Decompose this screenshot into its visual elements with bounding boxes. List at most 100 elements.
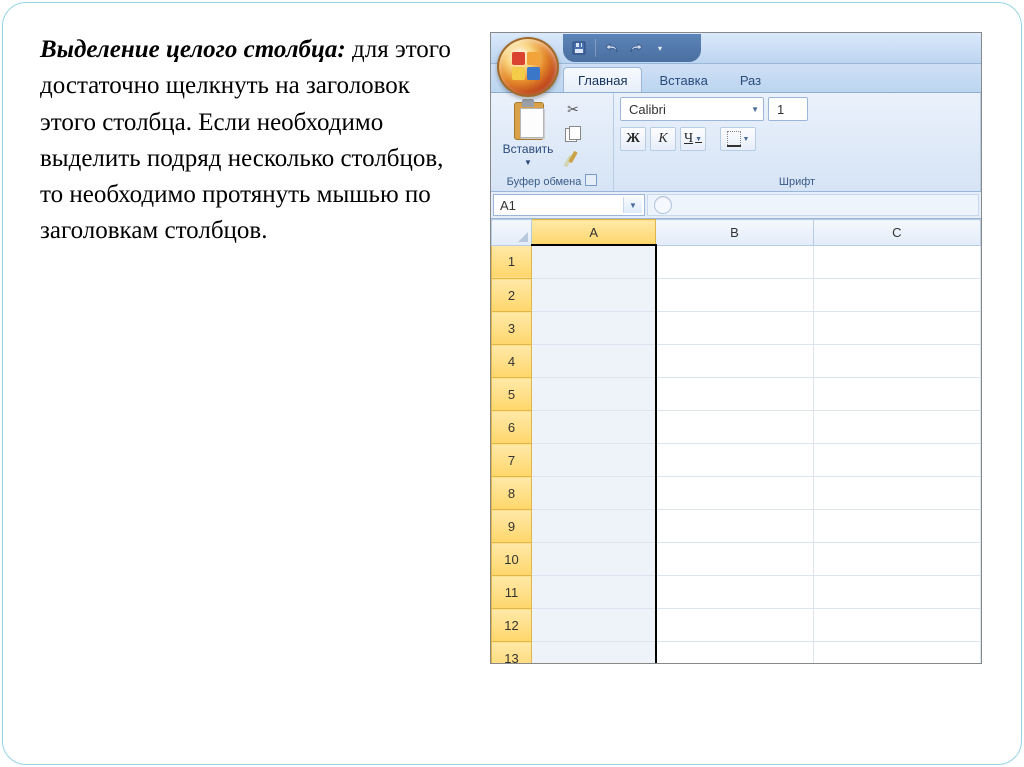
cell[interactable] [532,510,656,543]
row-header[interactable]: 11 [492,576,532,609]
format-painter-button[interactable] [563,147,583,167]
paste-label: Вставить [503,142,554,156]
cell[interactable] [532,245,656,279]
row-header[interactable]: 12 [492,609,532,642]
chevron-down-icon: ▼ [743,135,750,143]
copy-button[interactable] [563,123,583,143]
cell[interactable] [656,576,813,609]
chevron-down-icon: ▼ [524,158,532,167]
description-title: Выделение целого столбца: [40,36,346,63]
dialog-launcher-icon[interactable] [585,174,597,186]
cell[interactable] [532,411,656,444]
cell[interactable] [532,279,656,312]
row-header[interactable]: 9 [492,510,532,543]
cell[interactable] [532,543,656,576]
save-icon[interactable] [571,40,587,56]
group-clipboard: Вставить ▼ Буфер обмена [491,93,614,191]
cell[interactable] [656,477,813,510]
cell[interactable] [532,378,656,411]
cell[interactable] [656,378,813,411]
row-header[interactable]: 3 [492,312,532,345]
table-row: 1 [492,245,981,279]
cell[interactable] [532,312,656,345]
row-header[interactable]: 8 [492,477,532,510]
tab-home[interactable]: Главная [563,67,642,92]
cell[interactable] [813,543,980,576]
table-row: 6 [492,411,981,444]
table-row: 13 [492,642,981,665]
cell[interactable] [813,576,980,609]
cell[interactable] [532,477,656,510]
undo-icon[interactable] [604,40,620,56]
cell[interactable] [656,609,813,642]
cell[interactable] [813,609,980,642]
cell[interactable] [656,345,813,378]
cell[interactable] [532,444,656,477]
qat-customize-icon[interactable]: ▾ [652,40,668,56]
fx-indicator-icon [654,196,672,214]
row-header[interactable]: 13 [492,642,532,665]
description-text: Выделение целого столбца: для этого дост… [40,32,460,664]
table-row: 5 [492,378,981,411]
table-row: 8 [492,477,981,510]
tab-layout[interactable]: Раз [725,67,776,92]
column-header-B[interactable]: B [656,220,813,246]
row-header[interactable]: 1 [492,245,532,279]
font-size-combo[interactable]: 1 [768,97,808,121]
row-header[interactable]: 4 [492,345,532,378]
cell[interactable] [813,510,980,543]
cell[interactable] [656,444,813,477]
cut-button[interactable] [563,99,583,119]
cell[interactable] [813,642,980,665]
row-header[interactable]: 7 [492,444,532,477]
underline-button[interactable]: Ч▼ [680,127,706,151]
chevron-down-icon[interactable]: ▼ [623,197,642,213]
cell[interactable] [656,543,813,576]
font-name-combo[interactable]: Calibri ▼ [620,97,764,121]
cell[interactable] [813,444,980,477]
tab-insert[interactable]: Вставка [644,67,722,92]
select-all-corner[interactable] [492,220,532,246]
name-box-value: A1 [500,198,516,213]
brush-icon [571,151,575,163]
cell[interactable] [813,245,980,279]
group-font: Calibri ▼ 1 Ж К Ч▼ [614,93,981,191]
cell[interactable] [656,510,813,543]
name-box[interactable]: A1 ▼ [493,194,645,216]
redo-icon[interactable] [628,40,644,56]
cell[interactable] [813,477,980,510]
row-header[interactable]: 5 [492,378,532,411]
cell[interactable] [532,642,656,665]
column-header-A[interactable]: A [532,220,656,246]
worksheet-grid[interactable]: A B C 1234567891011121314 [491,219,981,664]
paste-button[interactable]: Вставить ▼ [497,97,559,170]
cell[interactable] [656,642,813,665]
description-body: для этого достаточно щелкнуть на заголов… [40,36,451,244]
cell[interactable] [532,609,656,642]
formula-bar[interactable] [647,194,979,216]
bold-button[interactable]: Ж [620,127,646,151]
cell[interactable] [813,312,980,345]
cell[interactable] [813,345,980,378]
row-header[interactable]: 10 [492,543,532,576]
office-button[interactable] [497,37,559,97]
cell[interactable] [656,312,813,345]
ribbon: Вставить ▼ Буфер обмена [491,93,981,192]
chevron-down-icon: ▼ [695,135,702,143]
table-row: 7 [492,444,981,477]
cell[interactable] [656,279,813,312]
cell[interactable] [813,378,980,411]
row-header[interactable]: 6 [492,411,532,444]
cell[interactable] [813,411,980,444]
borders-button[interactable]: ▼ [720,127,756,151]
cell[interactable] [656,245,813,279]
italic-button[interactable]: К [650,127,676,151]
cell[interactable] [656,411,813,444]
cell[interactable] [532,345,656,378]
column-header-C[interactable]: C [813,220,980,246]
cell[interactable] [813,279,980,312]
table-row: 10 [492,543,981,576]
row-header[interactable]: 2 [492,279,532,312]
ribbon-tabs: Главная Вставка Раз [491,64,981,93]
cell[interactable] [532,576,656,609]
